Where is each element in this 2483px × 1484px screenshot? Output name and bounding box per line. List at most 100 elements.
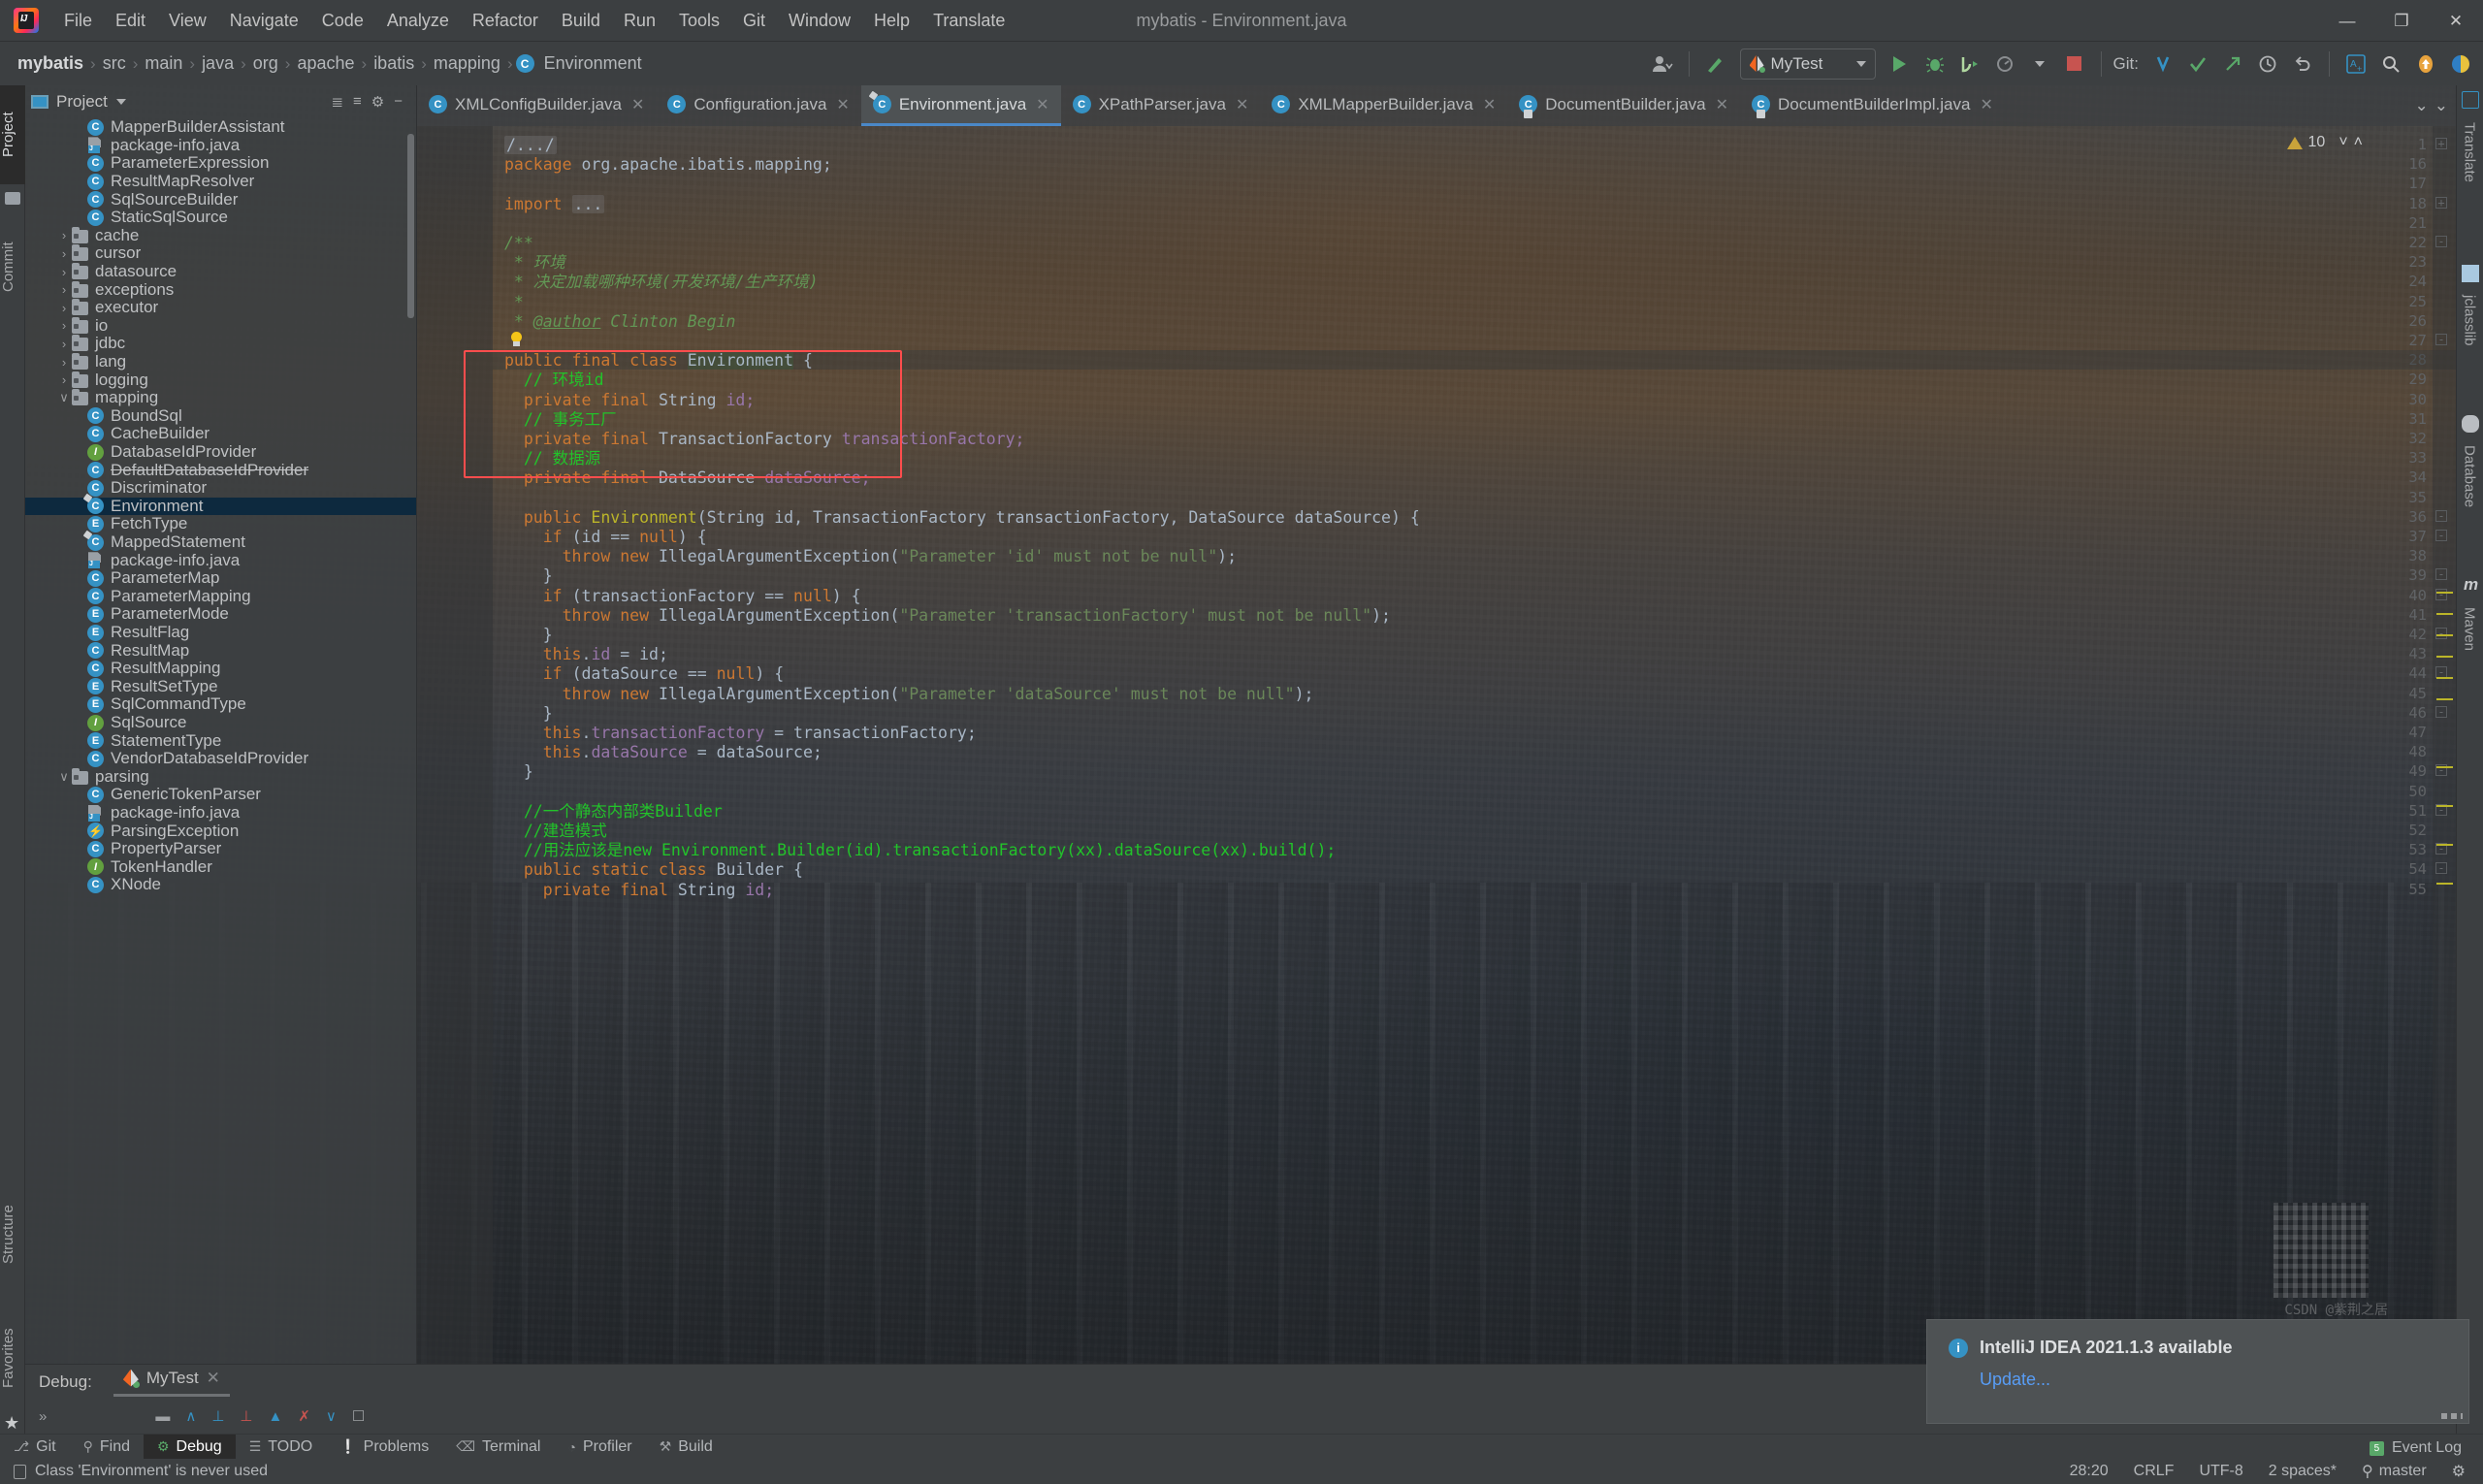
- close-tab-icon[interactable]: ✕: [1980, 95, 1992, 114]
- tree-item-databaseidprovider[interactable]: I DatabaseIdProvider: [25, 442, 416, 462]
- tree-item-mapperbuilderassistant[interactable]: C MapperBuilderAssistant: [25, 118, 416, 137]
- line-separator[interactable]: CRLF: [2134, 1463, 2175, 1480]
- editor-tab-documentbuilderimpl-java[interactable]: C DocumentBuilderImpl.java ✕: [1740, 85, 2005, 126]
- tree-item-parsing[interactable]: ∨ parsing: [25, 767, 416, 787]
- tree-item-exceptions[interactable]: › exceptions: [25, 280, 416, 299]
- ide-update-icon[interactable]: [2409, 48, 2442, 81]
- tree-item-cache[interactable]: › cache: [25, 226, 416, 245]
- code-editor[interactable]: 1 +16 17 18 +21 22-23 24 25 26 27-28 29 30 31 32 33 34 3…: [417, 126, 2456, 1434]
- tree-item-resultmap[interactable]: C ResultMap: [25, 641, 416, 660]
- tool-window-bar[interactable]: ⎇ Git ⚲ Find ⚙ Debug ☰ TODO ❕ Problems ⌫ Terminal ◔ P…: [0, 1434, 2483, 1460]
- tree-item-package-info-java[interactable]: package-info.java: [25, 136, 416, 155]
- tree-item-resultsettype[interactable]: E ResultSetType: [25, 677, 416, 696]
- sidebar-item-translate[interactable]: Translate: [2456, 114, 2483, 223]
- close-tab-icon[interactable]: ✕: [836, 95, 849, 114]
- tree-item-package-info-java[interactable]: package-info.java: [25, 551, 416, 569]
- breadcrumb-item-ibatis[interactable]: ibatis: [370, 53, 418, 74]
- breadcrumb-item-environment[interactable]: Environment: [540, 53, 646, 74]
- close-tab-icon[interactable]: ✕: [631, 95, 644, 114]
- git-branch-indicator[interactable]: ⚲ master: [2362, 1462, 2427, 1481]
- chevron-right-icon[interactable]: ›: [56, 355, 72, 370]
- mute-breakpoints-icon[interactable]: ▬: [155, 1408, 170, 1425]
- project-tree-scrollbar[interactable]: [407, 134, 414, 318]
- drop-frame-icon[interactable]: ✗: [298, 1407, 310, 1425]
- menu-item-run[interactable]: Run: [612, 0, 667, 42]
- sidebar-item-project[interactable]: Project: [0, 85, 25, 184]
- chevron-right-icon[interactable]: ›: [56, 282, 72, 297]
- menu-item-code[interactable]: Code: [310, 0, 375, 42]
- indent-setting[interactable]: 2 spaces*: [2269, 1463, 2337, 1480]
- tree-item-cursor[interactable]: › cursor: [25, 243, 416, 263]
- resize-grip-icon[interactable]: [2441, 1413, 2463, 1419]
- editor-tab-documentbuilder-java[interactable]: C DocumentBuilder.java ✕: [1507, 85, 1740, 126]
- tool-window-button-debug[interactable]: ⚙ Debug: [143, 1434, 236, 1460]
- file-encoding[interactable]: UTF-8: [2199, 1463, 2242, 1480]
- close-tab-icon[interactable]: ✕: [1483, 95, 1496, 114]
- menu-item-window[interactable]: Window: [777, 0, 862, 42]
- tree-item-parametermapping[interactable]: C ParameterMapping: [25, 587, 416, 606]
- tree-item-vendordatabaseidprovider[interactable]: C VendorDatabaseIdProvider: [25, 749, 416, 768]
- breadcrumb-item-mybatis[interactable]: mybatis: [14, 53, 87, 74]
- settings-gear-icon[interactable]: ⚙: [2452, 1462, 2466, 1481]
- git-commit-icon[interactable]: [2181, 48, 2214, 81]
- menu-item-view[interactable]: View: [157, 0, 218, 42]
- chevron-up-icon[interactable]: ˅: [2338, 134, 2347, 151]
- menu-item-analyze[interactable]: Analyze: [375, 0, 461, 42]
- tree-item-boundsql[interactable]: C BoundSql: [25, 406, 416, 426]
- code-content[interactable]: /.../package org.apache.ibatis.mapping; i…: [493, 126, 2456, 1434]
- expand-all-icon[interactable]: ≣: [331, 93, 343, 111]
- stop-icon[interactable]: [2058, 48, 2091, 81]
- menu-item-tools[interactable]: Tools: [667, 0, 731, 42]
- run-icon[interactable]: [1884, 48, 1917, 81]
- menu-item-refactor[interactable]: Refactor: [461, 0, 550, 42]
- tree-item-tokenhandler[interactable]: I TokenHandler: [25, 857, 416, 877]
- git-push-icon[interactable]: [2216, 48, 2249, 81]
- tree-item-sqlcommandtype[interactable]: E SqlCommandType: [25, 694, 416, 714]
- tool-window-button-git[interactable]: ⎇ Git: [0, 1435, 70, 1460]
- rollback-icon[interactable]: [2286, 48, 2319, 81]
- user-avatar-icon[interactable]: [1646, 48, 1679, 81]
- tool-window-button-terminal[interactable]: ⌫ Terminal: [442, 1435, 554, 1460]
- tree-item-jdbc[interactable]: › jdbc: [25, 334, 416, 353]
- minimize-button[interactable]: —: [2320, 0, 2374, 42]
- chevron-down-icon[interactable]: ∨: [56, 390, 72, 405]
- event-log-indicator[interactable]: 5 Event Log: [2369, 1439, 2462, 1457]
- tree-item-lang[interactable]: › lang: [25, 352, 416, 371]
- profile-icon[interactable]: [1988, 48, 2021, 81]
- tree-item-statementtype[interactable]: E StatementType: [25, 731, 416, 750]
- theme-toggle-icon[interactable]: [2444, 48, 2477, 81]
- tool-window-button-find[interactable]: ⚲ Find: [70, 1435, 144, 1460]
- tree-item-discriminator[interactable]: C Discriminator: [25, 478, 416, 498]
- tree-item-parametermode[interactable]: E ParameterMode: [25, 604, 416, 624]
- project-tree[interactable]: CMapperBuilderAssistantpackage-info.java…: [25, 118, 416, 1434]
- inspection-status-badge[interactable]: 10 ˅ ˄: [2286, 134, 2363, 151]
- breadcrumb[interactable]: mybatis › src › main › java › org › apache › ibatis ›…: [14, 53, 646, 74]
- tree-item-datasource[interactable]: › datasource: [25, 262, 416, 281]
- tool-window-button-profiler[interactable]: ◔ Profiler: [554, 1435, 645, 1460]
- evaluate-icon[interactable]: ☐: [352, 1407, 365, 1425]
- tree-item-staticsqlsource[interactable]: C StaticSqlSource: [25, 208, 416, 227]
- step-out-icon[interactable]: ▲: [268, 1408, 282, 1425]
- menu-item-build[interactable]: Build: [550, 0, 612, 42]
- run-with-coverage-icon[interactable]: [1953, 48, 1986, 81]
- chevron-right-icon[interactable]: ›: [56, 228, 72, 242]
- chevron-down-icon[interactable]: [115, 99, 126, 105]
- close-tab-icon[interactable]: ✕: [1036, 95, 1048, 114]
- chevron-right-icon[interactable]: ›: [56, 318, 72, 333]
- collapse-all-icon[interactable]: ≡: [353, 93, 362, 111]
- menu-item-file[interactable]: File: [52, 0, 104, 42]
- caret-position[interactable]: 28:20: [2070, 1463, 2109, 1480]
- breadcrumb-item-mapping[interactable]: mapping: [430, 53, 504, 74]
- tool-window-button-build[interactable]: ⚒ Build: [646, 1435, 726, 1460]
- editor-tab-xmlmapperbuilder-java[interactable]: C XMLMapperBuilder.java ✕: [1260, 85, 1507, 126]
- tree-item-mapping[interactable]: ∨ mapping: [25, 388, 416, 407]
- tree-item-parsingexception[interactable]: ⚡ ParsingException: [25, 822, 416, 840]
- breadcrumb-item-java[interactable]: java: [198, 53, 238, 74]
- editor-tab-bar[interactable]: C XMLConfigBuilder.java ✕ C Configuration.ja…: [417, 85, 2456, 126]
- tree-item-resultmapresolver[interactable]: C ResultMapResolver: [25, 172, 416, 191]
- run-configuration-selector[interactable]: MyTest: [1739, 48, 1876, 80]
- close-button[interactable]: ✕: [2429, 0, 2483, 42]
- sidebar-item-favorites[interactable]: Favorites: [0, 1303, 25, 1414]
- menu-item-translate[interactable]: Translate: [921, 0, 1016, 42]
- tree-item-parameterexpression[interactable]: C ParameterExpression: [25, 153, 416, 173]
